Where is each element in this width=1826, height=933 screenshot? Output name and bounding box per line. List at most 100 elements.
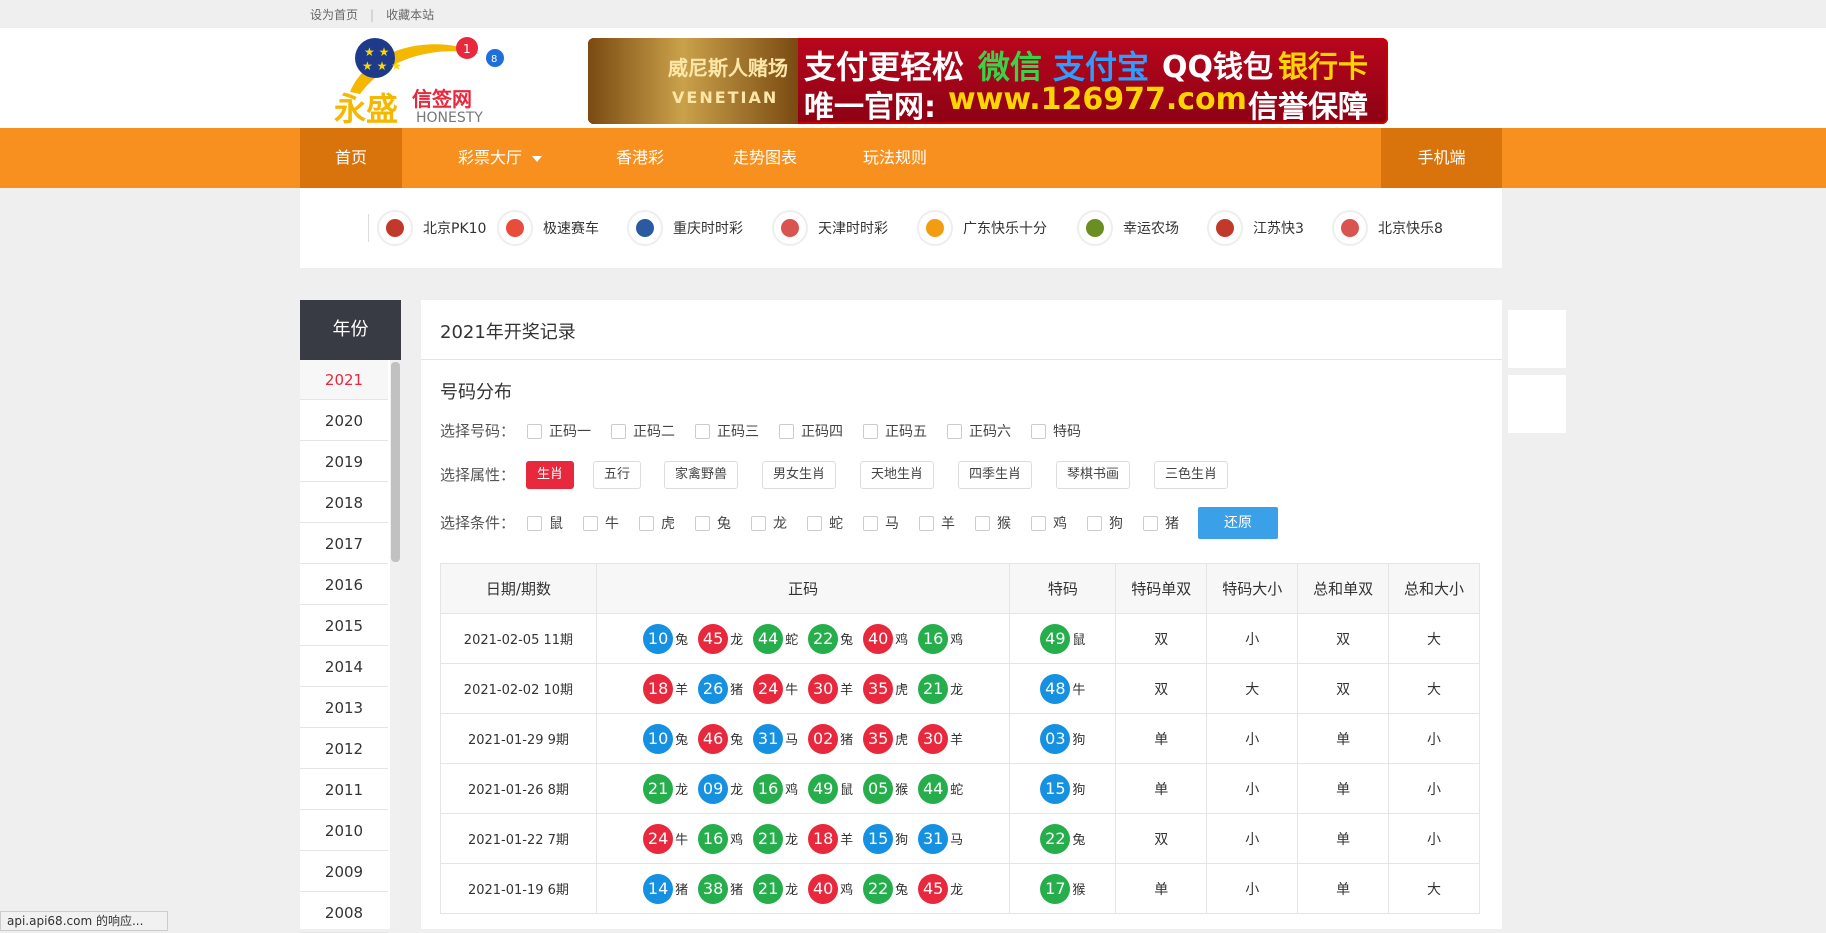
nav-home[interactable]: 首页 — [300, 128, 402, 188]
year-item[interactable]: 2010 — [300, 811, 388, 851]
year-item[interactable]: 2021 — [300, 360, 388, 400]
attr-option[interactable]: 家禽野兽 — [664, 461, 739, 489]
year-item[interactable]: 2018 — [300, 483, 388, 523]
checkbox-icon[interactable] — [1031, 515, 1046, 531]
set-home-link[interactable]: 设为首页 — [310, 8, 358, 22]
svg-text:1: 1 — [463, 42, 471, 56]
lottery-link-gdklsf[interactable]: 广东快乐十分 — [917, 208, 1047, 248]
nav-lottery-hall-label: 彩票大厅 — [457, 148, 522, 167]
bookmark-link[interactable]: 收藏本站 — [386, 8, 434, 22]
nav-hk[interactable]: 香港彩 — [590, 128, 690, 188]
number-ball-cell: 16 鸡 — [918, 623, 963, 654]
checkbox-icon[interactable] — [1031, 423, 1046, 439]
attr-option-selected[interactable]: 生肖 — [526, 461, 575, 489]
checkbox-icon[interactable] — [975, 515, 990, 531]
floating-side-panel[interactable] — [1508, 310, 1566, 368]
year-item[interactable]: 2020 — [300, 401, 388, 441]
reset-button[interactable]: 还原 — [1198, 507, 1278, 539]
cond-option[interactable]: 猴 — [975, 513, 1011, 533]
number-option[interactable]: 正码六 — [947, 421, 1011, 441]
cond-option[interactable]: 羊 — [919, 513, 955, 533]
lottery-link-tjssc[interactable]: 天津时时彩 — [772, 208, 888, 248]
cond-option[interactable]: 虎 — [639, 513, 675, 533]
lottery-link-cqssc[interactable]: 重庆时时彩 — [627, 208, 743, 248]
checkbox-icon[interactable] — [695, 515, 710, 531]
checkbox-icon[interactable] — [863, 423, 878, 439]
attr-option[interactable]: 三色生肖 — [1154, 461, 1229, 489]
number-option[interactable]: 正码二 — [611, 421, 675, 441]
checkbox-icon[interactable] — [527, 515, 542, 531]
lottery-logo-icon — [1207, 210, 1243, 246]
cond-option[interactable]: 马 — [863, 513, 899, 533]
checkbox-icon[interactable] — [639, 515, 654, 531]
checkbox-icon[interactable] — [527, 423, 542, 439]
scrollbar-thumb[interactable] — [391, 362, 400, 562]
year-item[interactable]: 2009 — [300, 852, 388, 892]
lottery-link-xync[interactable]: 幸运农场 — [1077, 208, 1179, 248]
year-item[interactable]: 2013 — [300, 688, 388, 728]
zodiac-label: 兔 — [1072, 833, 1086, 848]
attr-option[interactable]: 琴棋书画 — [1056, 461, 1131, 489]
zodiac-label: 猪 — [840, 733, 854, 748]
lottery-link-bjpk10[interactable]: 北京PK10 — [377, 208, 486, 248]
attr-option[interactable]: 四季生肖 — [958, 461, 1033, 489]
checkbox-icon[interactable] — [947, 423, 962, 439]
attr-option[interactable]: 天地生肖 — [860, 461, 935, 489]
year-item[interactable]: 2012 — [300, 729, 388, 769]
year-item[interactable]: 2015 — [300, 606, 388, 646]
number-option[interactable]: 正码三 — [695, 421, 759, 441]
checkbox-icon[interactable] — [1143, 515, 1158, 531]
checkbox-icon[interactable] — [583, 515, 598, 531]
checkbox-icon[interactable] — [779, 423, 794, 439]
sp-bs-cell: 小 — [1206, 863, 1299, 914]
checkbox-icon[interactable] — [611, 423, 626, 439]
number-ball: 18 — [643, 673, 674, 704]
lottery-link-jsk3[interactable]: 江苏快3 — [1207, 208, 1304, 248]
site-logo[interactable]: ★ ★ ★ ★ ★ 1 8 永盛 信签网 HONESTY — [330, 34, 530, 128]
option-label: 猪 — [1165, 516, 1179, 532]
number-option[interactable]: 特码 — [1031, 421, 1081, 441]
cond-option[interactable]: 兔 — [695, 513, 731, 533]
year-item[interactable]: 2008 — [300, 893, 388, 933]
year-item[interactable]: 2014 — [300, 647, 388, 687]
number-option[interactable]: 正码一 — [527, 421, 591, 441]
nav-trend[interactable]: 走势图表 — [710, 128, 820, 188]
cond-option[interactable]: 蛇 — [807, 513, 843, 533]
year-item[interactable]: 2017 — [300, 524, 388, 564]
checkbox-icon[interactable] — [919, 515, 934, 531]
checkbox-icon[interactable] — [695, 423, 710, 439]
lottery-link-jisusaiche[interactable]: 极速赛车 — [497, 208, 599, 248]
number-option[interactable]: 正码四 — [779, 421, 843, 441]
cond-option[interactable]: 牛 — [583, 513, 619, 533]
year-item[interactable]: 2019 — [300, 442, 388, 482]
checkbox-icon[interactable] — [807, 515, 822, 531]
cond-option[interactable]: 鼠 — [527, 513, 563, 533]
nav-mobile[interactable]: 手机端 — [1381, 128, 1502, 188]
number-option[interactable]: 正码五 — [863, 421, 927, 441]
zodiac-label: 鸡 — [895, 633, 909, 648]
attr-option[interactable]: 男女生肖 — [762, 461, 837, 489]
number-ball: 22 — [808, 623, 839, 654]
checkbox-icon[interactable] — [751, 515, 766, 531]
number-ball-cell: 35 虎 — [863, 723, 908, 754]
checkbox-icon[interactable] — [1087, 515, 1102, 531]
number-ball: 14 — [643, 873, 674, 904]
checkbox-icon[interactable] — [863, 515, 878, 531]
year-item[interactable]: 2011 — [300, 770, 388, 810]
option-label: 正码一 — [549, 424, 591, 440]
sidebar-scrollbar[interactable] — [390, 360, 401, 929]
cond-option[interactable]: 龙 — [751, 513, 787, 533]
number-ball: 02 — [808, 723, 839, 754]
cond-option[interactable]: 狗 — [1087, 513, 1123, 533]
casino-ad-banner[interactable]: 威尼斯人赌场 VENETIAN 支付更轻松 微信 支付宝 QQ钱包 银行卡 唯一… — [588, 38, 1388, 124]
nav-lottery-hall[interactable]: 彩票大厅 — [430, 128, 570, 188]
floating-side-panel[interactable] — [1508, 375, 1566, 433]
svg-text:HONESTY: HONESTY — [416, 110, 483, 126]
cond-option[interactable]: 鸡 — [1031, 513, 1067, 533]
year-item[interactable]: 2016 — [300, 565, 388, 605]
nav-rules[interactable]: 玩法规则 — [840, 128, 950, 188]
cond-option[interactable]: 猪 — [1143, 513, 1179, 533]
lottery-link-bjkl8[interactable]: 北京快乐8 — [1332, 208, 1443, 248]
attr-option[interactable]: 五行 — [593, 461, 642, 489]
number-ball-cell: 49 鼠 — [1040, 623, 1085, 654]
